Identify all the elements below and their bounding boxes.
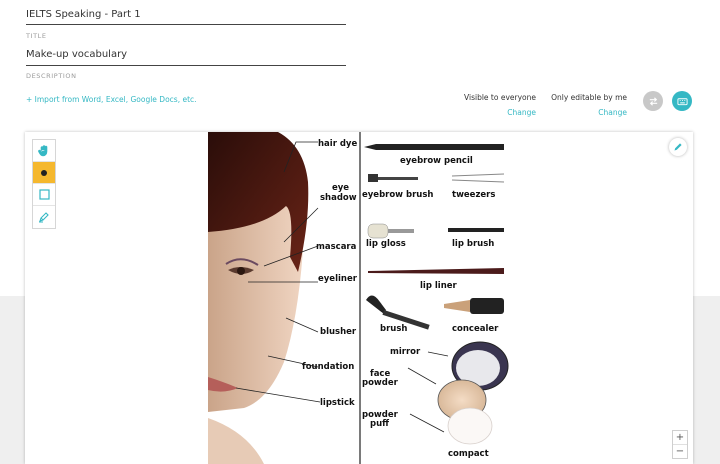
zoom-out-button[interactable]: − — [673, 445, 687, 458]
pen-tool[interactable] — [33, 206, 55, 228]
mirror-label: mirror — [390, 347, 421, 357]
editability-change-link[interactable]: Change — [549, 108, 627, 117]
eyebrow-brush-label: eyebrow brush — [362, 190, 433, 200]
eyebrow-pencil-label: eyebrow pencil — [400, 156, 473, 166]
concealer-label: concealer — [452, 324, 499, 334]
brush-label: brush — [380, 324, 407, 334]
tweezers-label: tweezers — [452, 190, 495, 200]
zoom-controls: + − — [672, 430, 688, 459]
keyboard-icon — [676, 97, 688, 105]
dot-tool[interactable] — [33, 162, 55, 184]
blusher-label: blusher — [320, 327, 357, 337]
pencil-icon — [674, 143, 682, 151]
hand-tool[interactable] — [33, 140, 55, 162]
title-label: TITLE — [26, 32, 47, 40]
swap-icon — [649, 96, 657, 106]
puff-label: puff — [370, 419, 389, 429]
zoom-in-button[interactable]: + — [673, 431, 687, 445]
lip-gloss-label: lip gloss — [366, 239, 406, 249]
title-field[interactable]: Make-up vocabulary — [26, 49, 127, 60]
editability-setting: Only editable by me Change — [549, 93, 627, 117]
eye-label: eye — [332, 183, 349, 193]
hair-dye-label: hair dye — [318, 139, 357, 149]
foundation-label: foundation — [302, 362, 354, 372]
lip-brush-label: lip brush — [452, 239, 494, 249]
visibility-text: Visible to everyone — [464, 93, 536, 102]
lip-liner-label: lip liner — [420, 281, 458, 291]
description-label: DESCRIPTION — [26, 72, 77, 80]
title-underline — [26, 65, 346, 66]
swap-button[interactable] — [643, 91, 663, 111]
edit-button[interactable] — [669, 138, 687, 156]
drawing-toolbar — [32, 139, 56, 229]
whiteboard[interactable]: + − hair dye eye shadow mascara eyeliner… — [25, 132, 693, 464]
editability-text: Only editable by me — [551, 93, 627, 102]
board-name-underline — [26, 24, 346, 25]
dot-icon — [41, 169, 47, 176]
shadow-label: shadow — [320, 193, 357, 203]
hand-icon — [38, 145, 48, 157]
lipstick-label: lipstick — [320, 398, 355, 408]
mascara-label: mascara — [316, 242, 357, 252]
visibility-setting: Visible to everyone Change — [462, 93, 536, 117]
square-icon — [38, 189, 50, 200]
pencil-icon — [39, 212, 49, 223]
face-powder-label: powder — [362, 378, 399, 388]
shape-tool[interactable] — [33, 184, 55, 206]
compact-label: compact — [448, 449, 489, 459]
import-link[interactable]: + Import from Word, Excel, Google Docs, … — [26, 95, 197, 104]
makeup-vocabulary-image[interactable]: hair dye eye shadow mascara eyeliner blu… — [208, 132, 511, 464]
board-name[interactable]: IELTS Speaking - Part 1 — [26, 9, 141, 20]
keyboard-button[interactable] — [672, 91, 692, 111]
visibility-change-link[interactable]: Change — [462, 108, 536, 117]
eyeliner-label: eyeliner — [318, 274, 358, 284]
